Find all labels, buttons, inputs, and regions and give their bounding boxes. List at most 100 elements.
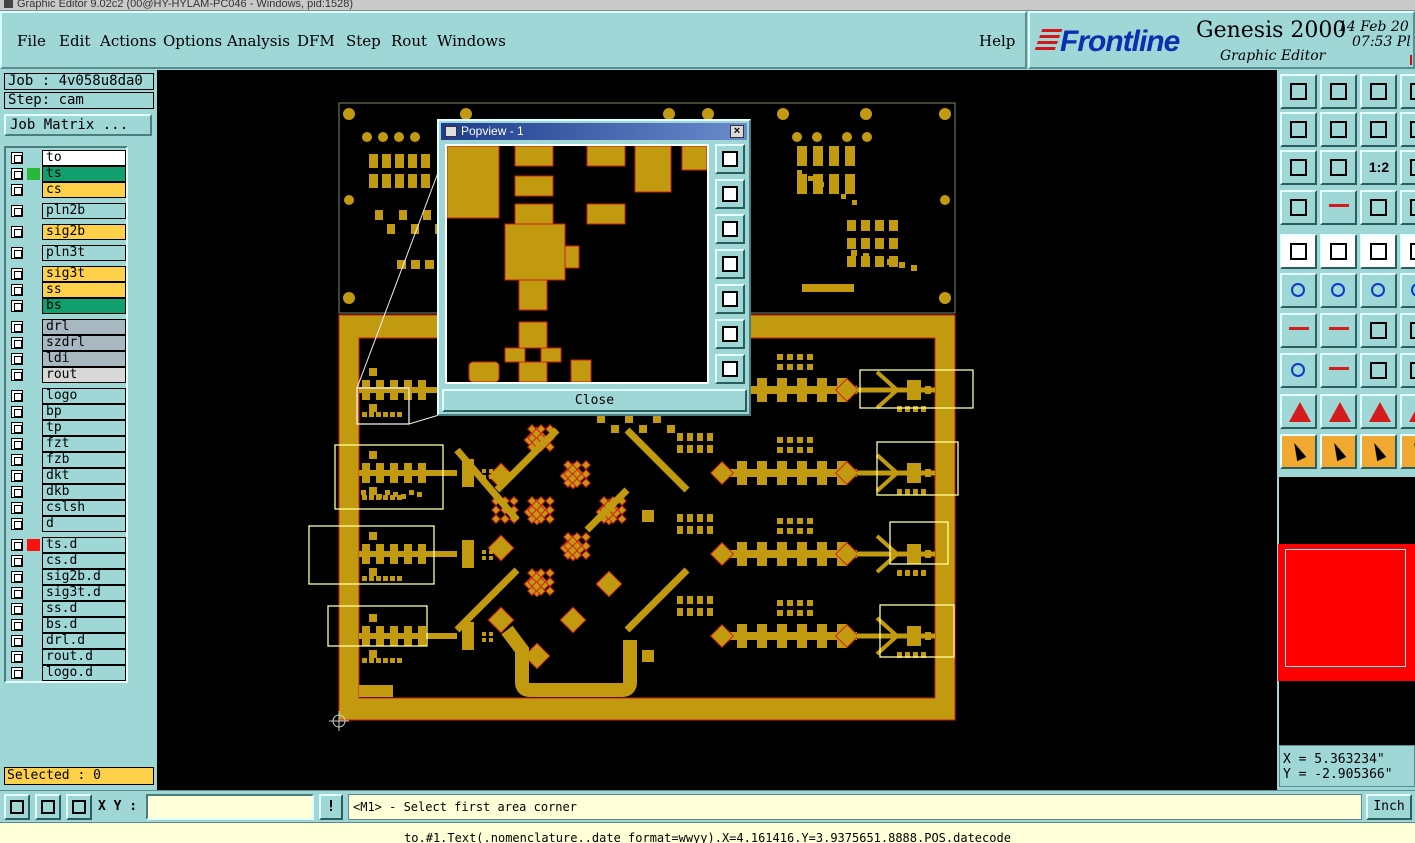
layer-color-swatch[interactable] [27, 603, 40, 615]
layer-color-swatch[interactable] [27, 571, 40, 583]
measure-mode-button[interactable] [35, 794, 61, 820]
layer-color-swatch[interactable] [27, 518, 40, 530]
layer-name[interactable]: logo.d [42, 665, 126, 681]
menu-help[interactable]: Help [979, 32, 1015, 50]
layer-checkbox[interactable] [11, 268, 23, 280]
layer-color-swatch[interactable] [27, 470, 40, 482]
layer-checkbox[interactable] [11, 454, 23, 466]
layer-row[interactable]: fzb [8, 452, 126, 468]
layer-row[interactable]: ss.d [8, 601, 126, 617]
step-tool-button[interactable] [1280, 112, 1317, 147]
job-matrix-button[interactable]: Job Matrix ... [4, 114, 152, 136]
menu-rout[interactable]: Rout [391, 32, 427, 50]
layer-row[interactable]: pln2b [8, 203, 126, 219]
menu-analysis[interactable]: Analysis [227, 32, 290, 50]
layer-color-swatch[interactable] [27, 454, 40, 466]
layer-name[interactable]: sig2b [42, 224, 126, 240]
layer-checkbox[interactable] [11, 300, 23, 312]
layer-row[interactable]: bs.d [8, 617, 126, 633]
layer-color-swatch[interactable] [27, 321, 40, 333]
layer-name[interactable]: szdrl [42, 335, 126, 351]
layer-color-swatch[interactable] [27, 555, 40, 567]
popview-up-button[interactable] [715, 179, 745, 209]
layer-name[interactable]: d [42, 516, 126, 532]
shape-tool-button[interactable] [1360, 394, 1397, 429]
layer-color-swatch[interactable] [27, 539, 40, 551]
layer-color-swatch[interactable] [27, 390, 40, 402]
route-tool-button[interactable] [1320, 190, 1357, 225]
layer-color-swatch[interactable] [27, 226, 40, 238]
layer-checkbox[interactable] [11, 353, 23, 365]
layer-row[interactable]: sig2b.d [8, 569, 126, 585]
layer-row[interactable]: dkt [8, 468, 126, 484]
close-icon[interactable]: × [730, 125, 744, 138]
layer-checkbox[interactable] [11, 651, 23, 663]
layer-checkbox[interactable] [11, 422, 23, 434]
layer-name[interactable]: pln2b [42, 203, 126, 219]
step-tool-button[interactable] [1360, 112, 1397, 147]
popview-close-button[interactable]: Close [442, 389, 747, 412]
layer-name[interactable]: bp [42, 404, 126, 420]
layer-checkbox[interactable] [11, 226, 23, 238]
layer-row[interactable]: rout.d [8, 649, 126, 665]
layer-checkbox[interactable] [11, 168, 23, 180]
select-tool-button[interactable] [1320, 434, 1357, 469]
layer-color-swatch[interactable] [27, 369, 40, 381]
layer-name[interactable]: bs [42, 298, 126, 314]
layer-name[interactable]: fzt [42, 436, 126, 452]
layer-color-swatch[interactable] [27, 422, 40, 434]
view-tool-button[interactable] [1400, 74, 1415, 109]
edit-tool-button[interactable] [1360, 234, 1397, 269]
layer-row[interactable]: drl [8, 319, 126, 335]
layer-name[interactable]: cs [42, 182, 126, 198]
route-tool-button[interactable] [1360, 190, 1397, 225]
layer-row[interactable]: logo.d [8, 665, 126, 681]
layer-row[interactable]: cs [8, 182, 126, 198]
layer-row[interactable]: szdrl [8, 335, 126, 351]
layer-row[interactable]: logo [8, 388, 126, 404]
node-tool-button[interactable] [1280, 353, 1317, 388]
alert-button[interactable]: ! [319, 794, 343, 820]
connect-tool-button[interactable] [1280, 273, 1317, 308]
layer-color-swatch[interactable] [27, 284, 40, 296]
layer-row[interactable]: cs.d [8, 553, 126, 569]
xy-input[interactable] [146, 794, 314, 820]
node-tool-button[interactable] [1400, 353, 1415, 388]
view-tool-button[interactable] [1360, 74, 1397, 109]
popview-zoom-in-button[interactable] [715, 319, 745, 349]
layer-row[interactable]: sig2b [8, 224, 126, 240]
layer-name[interactable]: drl.d [42, 633, 126, 649]
layer-color-swatch[interactable] [27, 247, 40, 259]
route-tool-button[interactable] [1280, 190, 1317, 225]
layer-row[interactable]: ldi [8, 351, 126, 367]
layer-name[interactable]: sig3t [42, 266, 126, 282]
menu-step[interactable]: Step [346, 32, 381, 50]
line-tool-button[interactable] [1400, 313, 1415, 348]
node-tool-button[interactable] [1320, 353, 1357, 388]
zoom-tool-button[interactable]: 1:2 [1360, 150, 1397, 185]
edit-tool-button[interactable] [1280, 234, 1317, 269]
layer-checkbox[interactable] [11, 571, 23, 583]
shape-tool-button[interactable] [1280, 394, 1317, 429]
layer-color-swatch[interactable] [27, 353, 40, 365]
snap-mode-button[interactable] [4, 794, 30, 820]
layer-checkbox[interactable] [11, 518, 23, 530]
layer-row[interactable]: cslsh [8, 500, 126, 516]
layer-name[interactable]: ldi [42, 351, 126, 367]
line-tool-button[interactable] [1280, 313, 1317, 348]
layer-color-swatch[interactable] [27, 406, 40, 418]
popview-left-button[interactable] [715, 249, 745, 279]
route-tool-button[interactable] [1400, 190, 1415, 225]
layer-row[interactable]: ss [8, 282, 126, 298]
layer-checkbox[interactable] [11, 390, 23, 402]
window-icon[interactable] [4, 0, 13, 8]
layer-name[interactable]: ts.d [42, 537, 126, 553]
shape-tool-button[interactable] [1400, 394, 1415, 429]
layer-row[interactable]: bs [8, 298, 126, 314]
edit-tool-button[interactable] [1400, 234, 1415, 269]
layer-checkbox[interactable] [11, 603, 23, 615]
view-tool-button[interactable] [1320, 74, 1357, 109]
layer-checkbox[interactable] [11, 205, 23, 217]
layer-row[interactable]: tp [8, 420, 126, 436]
layer-checkbox[interactable] [11, 539, 23, 551]
